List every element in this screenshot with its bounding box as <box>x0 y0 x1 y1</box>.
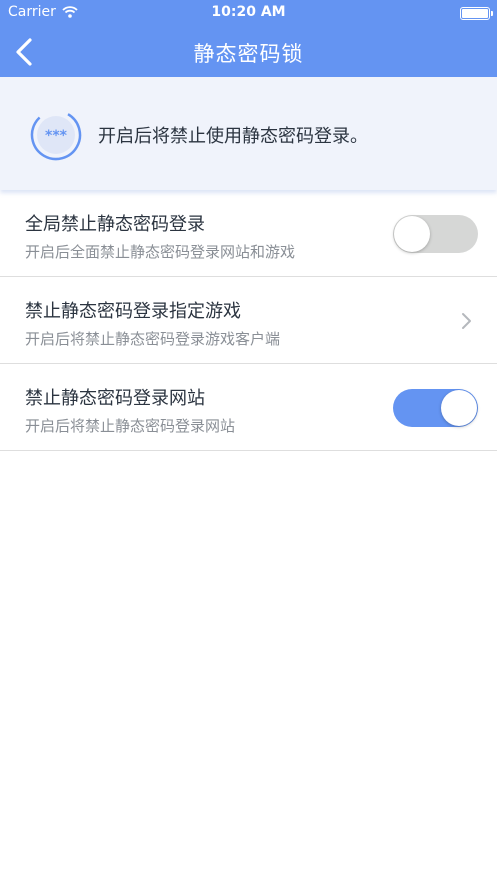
status-time: 10:20 AM <box>211 4 286 20</box>
password-lock-icon: *** <box>30 109 82 161</box>
toggle-knob <box>441 390 477 426</box>
banner-text: 开启后将禁止使用静态密码登录。 <box>98 126 368 147</box>
setting-title: 禁止静态密码登录网站 <box>25 388 205 409</box>
setting-global-disable[interactable]: 全局禁止静态密码登录 开启后全面禁止静态密码登录网站和游戏 <box>0 190 497 277</box>
setting-subtitle: 开启后将禁止静态密码登录网站 <box>25 417 236 435</box>
info-banner: *** 开启后将禁止使用静态密码登录。 <box>0 77 497 190</box>
setting-specific-games[interactable]: 禁止静态密码登录指定游戏 开启后将禁止静态密码登录游戏客户端 <box>0 277 497 364</box>
toggle-knob <box>394 216 430 252</box>
setting-subtitle: 开启后将禁止静态密码登录游戏客户端 <box>25 330 281 348</box>
battery-icon <box>460 7 493 20</box>
status-bar: Carrier 10:20 AM <box>0 0 497 26</box>
setting-disable-websites[interactable]: 禁止静态密码登录网站 开启后将禁止静态密码登录网站 <box>0 364 497 451</box>
global-disable-toggle[interactable] <box>393 215 478 253</box>
header: Carrier 10:20 AM 静态密码锁 <box>0 0 497 77</box>
setting-title: 全局禁止静态密码登录 <box>25 214 205 235</box>
setting-subtitle: 开启后全面禁止静态密码登录网站和游戏 <box>25 243 296 261</box>
chevron-right-icon <box>462 313 471 329</box>
nav-bar: 静态密码锁 <box>0 26 497 77</box>
setting-title: 禁止静态密码登录指定游戏 <box>25 301 241 322</box>
website-disable-toggle[interactable] <box>393 389 478 427</box>
password-symbol: *** <box>45 128 68 144</box>
page-title: 静态密码锁 <box>193 42 304 66</box>
